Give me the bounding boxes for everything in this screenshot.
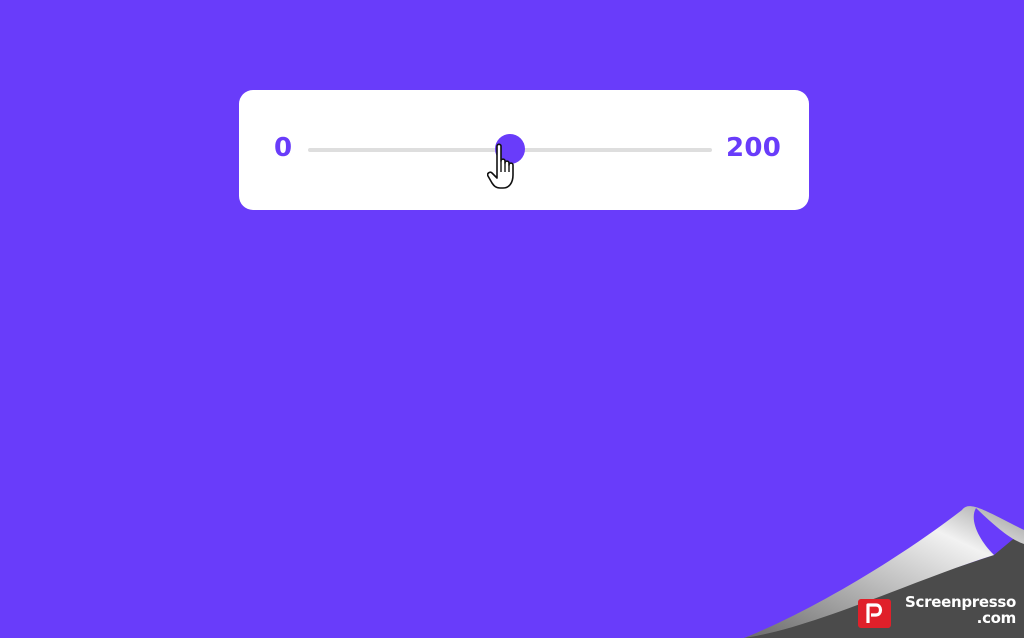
watermark-line-1: Screenpresso — [905, 593, 1016, 611]
range-slider-card: 0 200 — [239, 90, 809, 210]
slider-min-label: 0 — [274, 133, 293, 163]
screenpresso-watermark-text: Screenpresso .com — [905, 594, 1016, 626]
screenpresso-logo-icon — [858, 599, 891, 628]
slider-max-label: 200 — [726, 133, 782, 163]
watermark-line-2: .com — [976, 609, 1017, 627]
slider-thumb[interactable] — [495, 134, 525, 164]
